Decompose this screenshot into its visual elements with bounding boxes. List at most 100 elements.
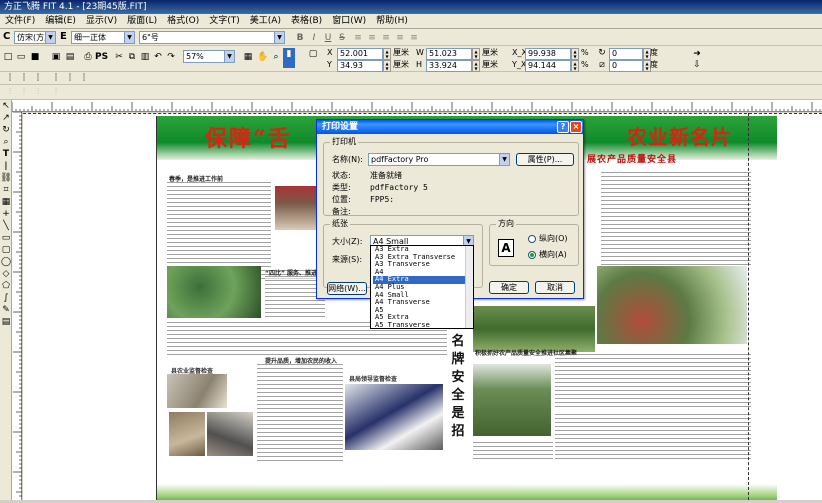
menu-help[interactable]: 帮助(H) bbox=[371, 14, 413, 29]
menu-layout[interactable]: 版面(L) bbox=[122, 14, 162, 29]
network-button[interactable]: 网络(W)... bbox=[327, 282, 367, 295]
plus-icon[interactable]: + bbox=[0, 208, 12, 220]
export-icon[interactable]: ▤ bbox=[64, 51, 76, 63]
strike-button[interactable]: S bbox=[336, 32, 348, 44]
flip-vertical-icon[interactable]: ⇩ bbox=[688, 59, 706, 71]
scrollbar[interactable] bbox=[465, 246, 473, 328]
rotate-tool-icon[interactable]: ↻ bbox=[0, 124, 12, 136]
paper-size-option[interactable]: A3 Transverse bbox=[373, 261, 473, 269]
subselect-icon[interactable]: ↗ bbox=[0, 112, 12, 124]
polygon-tool-icon[interactable]: ⬠ bbox=[0, 280, 12, 292]
text-tool-icon[interactable]: T bbox=[0, 148, 12, 160]
transform-box-icon[interactable]: ▢ bbox=[304, 48, 322, 68]
dialog-title-bar[interactable]: 打印设置 ? × bbox=[317, 120, 583, 134]
zoom-tool-icon[interactable]: ⌕ bbox=[0, 136, 12, 148]
align-vcenter-icon[interactable]: ⫿ bbox=[64, 72, 76, 84]
font-size-select[interactable]: 6"号 ▼ bbox=[139, 31, 285, 44]
align-hcenter-icon[interactable]: ⫿ bbox=[18, 72, 30, 84]
lock-icon[interactable]: ▮ bbox=[283, 48, 295, 68]
rect-tool-icon[interactable]: ▭ bbox=[0, 232, 12, 244]
menu-text[interactable]: 文字(T) bbox=[204, 14, 245, 29]
landscape-label[interactable]: 横向(A) bbox=[539, 250, 567, 260]
distribute-icon[interactable]: ⫶ bbox=[18, 86, 30, 98]
portrait-label[interactable]: 纵向(O) bbox=[539, 234, 568, 244]
pointer-icon[interactable]: ↖ bbox=[0, 100, 12, 112]
paper-size-dropdown[interactable]: A3 Extra A3 Extra Transverse A3 Transverse… bbox=[370, 245, 474, 329]
w-field[interactable]: 51.023 ▲ ▼ bbox=[426, 48, 480, 60]
spin-icon[interactable]: ▲ ▼ bbox=[472, 48, 480, 60]
paper-size-option[interactable]: A5 Transverse bbox=[373, 321, 473, 328]
menu-table[interactable]: 表格(B) bbox=[286, 14, 327, 29]
copy-icon[interactable]: ⧉ bbox=[126, 51, 138, 63]
english-font-select[interactable]: 细一正体 ▼ bbox=[71, 31, 135, 44]
scale-y-field[interactable]: 94.144 ▲ ▼ bbox=[525, 60, 579, 72]
properties-button[interactable]: 属性(P)... bbox=[516, 153, 574, 166]
spin-icon[interactable]: ▲ ▼ bbox=[472, 60, 480, 72]
ps-button[interactable]: PS bbox=[94, 51, 108, 63]
distribute-icon[interactable]: ⫶ bbox=[4, 86, 16, 98]
printer-name-select[interactable]: pdfFactory Pro ▼ bbox=[368, 153, 510, 166]
ellipse-tool-icon[interactable]: ◯ bbox=[0, 256, 12, 268]
redo-icon[interactable]: ↷ bbox=[165, 51, 177, 63]
skew-field[interactable]: 0 ▲ ▼ bbox=[609, 60, 651, 72]
undo-icon[interactable]: ↶ bbox=[152, 51, 164, 63]
align-right-icon[interactable]: ⫿ bbox=[32, 72, 44, 84]
print-icon[interactable]: ⎙ bbox=[82, 51, 94, 63]
line-tool-icon[interactable]: ╲ bbox=[0, 220, 12, 232]
distribute-icon[interactable]: ⫶ bbox=[32, 86, 44, 98]
spin-icon[interactable]: ▲ ▼ bbox=[571, 48, 579, 60]
save-icon[interactable]: ■ bbox=[29, 51, 41, 63]
bold-button[interactable]: B bbox=[294, 32, 306, 44]
menu-file[interactable]: 文件(F) bbox=[0, 14, 40, 29]
align-top-icon[interactable]: ⫿ bbox=[50, 72, 62, 84]
hand-icon[interactable]: ✋ bbox=[256, 51, 268, 63]
justify-icon[interactable]: ≡ bbox=[394, 32, 406, 44]
crop-tool-icon[interactable]: ⌗ bbox=[0, 184, 12, 196]
paste-icon[interactable]: ▥ bbox=[139, 51, 151, 63]
cancel-button[interactable]: 取消 bbox=[535, 281, 575, 294]
align-right-icon[interactable]: ≡ bbox=[380, 32, 392, 44]
grid-tool-icon[interactable]: ▤ bbox=[0, 316, 12, 328]
menu-view[interactable]: 显示(V) bbox=[81, 14, 122, 29]
menu-format[interactable]: 格式(O) bbox=[162, 14, 204, 29]
pen-tool-icon[interactable]: ✎ bbox=[0, 304, 12, 316]
link-tool-icon[interactable]: ⛓ bbox=[0, 172, 12, 184]
bezier-tool-icon[interactable]: ∫ bbox=[0, 292, 12, 304]
portrait-radio[interactable] bbox=[528, 235, 536, 243]
h-field[interactable]: 33.924 ▲ ▼ bbox=[426, 60, 480, 72]
align-left-icon[interactable]: ⫿ bbox=[4, 72, 16, 84]
underline-button[interactable]: U bbox=[322, 32, 334, 44]
paper-size-option[interactable]: A4 Transverse bbox=[373, 299, 473, 307]
grid-icon[interactable]: ▦ bbox=[242, 51, 254, 63]
menu-edit[interactable]: 编辑(E) bbox=[40, 14, 81, 29]
chinese-font-select[interactable]: 仿宋(方正) ▼ bbox=[14, 31, 56, 44]
help-button[interactable]: ? bbox=[557, 121, 569, 133]
align-left-icon[interactable]: ≡ bbox=[352, 32, 364, 44]
italic-button[interactable]: I bbox=[308, 32, 320, 44]
import-icon[interactable]: ▣ bbox=[50, 51, 62, 63]
landscape-radio[interactable] bbox=[528, 251, 536, 259]
cut-icon[interactable]: ✂ bbox=[113, 51, 125, 63]
spin-icon[interactable]: ▲ ▼ bbox=[571, 60, 579, 72]
menu-art[interactable]: 美工(A) bbox=[245, 14, 286, 29]
diamond-tool-icon[interactable]: ◇ bbox=[0, 268, 12, 280]
round-rect-icon[interactable]: ▢ bbox=[0, 244, 12, 256]
spin-icon[interactable]: ▲ ▼ bbox=[383, 60, 391, 72]
new-file-icon[interactable]: □ bbox=[2, 51, 14, 63]
align-bottom-icon[interactable]: ⫿ bbox=[78, 72, 90, 84]
vertical-text-icon[interactable]: ǀ bbox=[0, 160, 12, 172]
open-folder-icon[interactable]: ▭ bbox=[15, 51, 27, 63]
align-center-icon[interactable]: ≡ bbox=[366, 32, 378, 44]
spin-icon[interactable]: ▲ ▼ bbox=[383, 48, 391, 60]
close-button[interactable]: × bbox=[570, 121, 582, 133]
zoom-icon[interactable]: ⌕ bbox=[270, 51, 282, 63]
justify-all-icon[interactable]: ≡ bbox=[408, 32, 420, 44]
x-field[interactable]: 52.001 ▲ ▼ bbox=[337, 48, 391, 60]
zoom-select[interactable]: 57% ▼ bbox=[183, 50, 235, 63]
table-tool-icon[interactable]: ▦ bbox=[0, 196, 12, 208]
menu-window[interactable]: 窗口(W) bbox=[327, 14, 371, 29]
y-field[interactable]: 34.93 ▲ ▼ bbox=[337, 60, 391, 72]
rotate-field[interactable]: 0 ▲ ▼ bbox=[609, 48, 651, 60]
scale-x-field[interactable]: 99.938 ▲ ▼ bbox=[525, 48, 579, 60]
distribute-icon[interactable]: ⫶ bbox=[50, 86, 62, 98]
